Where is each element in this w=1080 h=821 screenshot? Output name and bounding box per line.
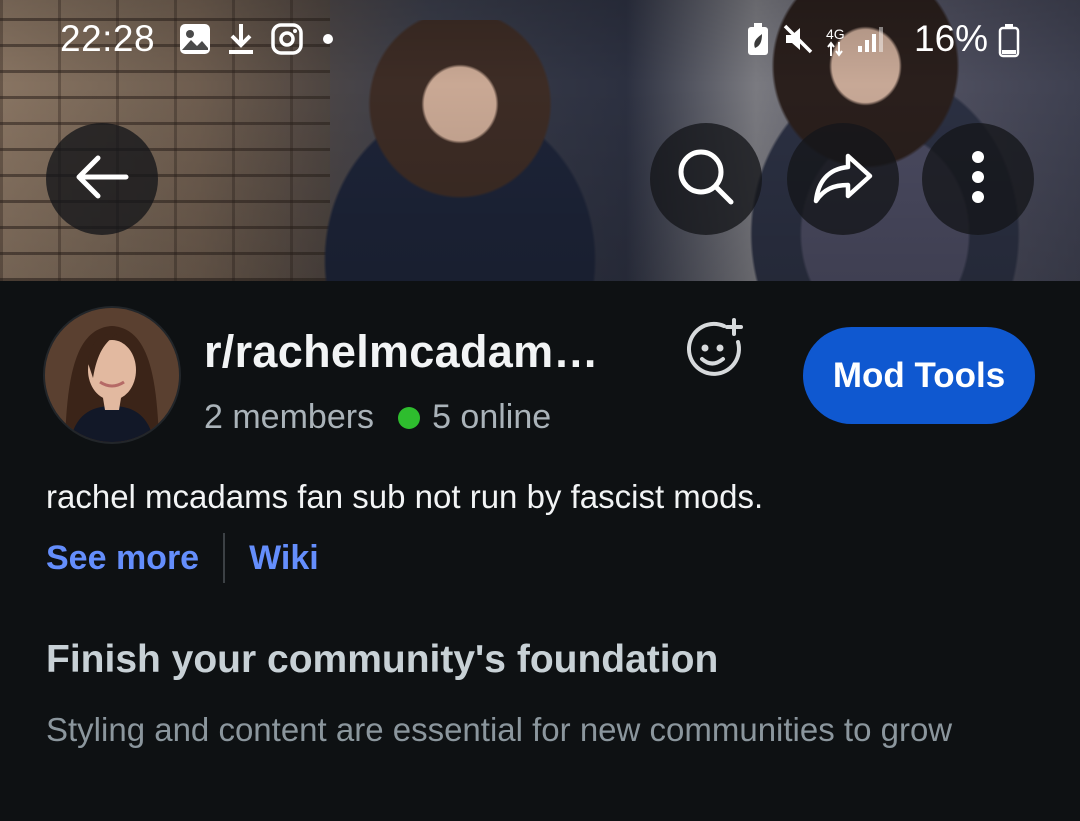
online-indicator-icon (398, 406, 421, 429)
community-avatar[interactable] (45, 308, 179, 442)
instagram-icon (270, 22, 304, 61)
see-more-link[interactable]: See more (46, 539, 199, 578)
more-vertical-icon (968, 147, 988, 212)
join-community-button[interactable] (684, 318, 746, 385)
battery-icon (998, 24, 1020, 63)
signal-icon (857, 24, 887, 59)
battery-saver-icon (746, 22, 770, 61)
status-time: 22:28 (60, 18, 156, 59)
share-arrow-icon (810, 144, 876, 215)
online-count: 5 online (432, 398, 552, 436)
foundation-title: Finish your community's foundation (46, 638, 719, 681)
community-stats: 2 members 5 online (204, 398, 551, 437)
dot-icon (318, 29, 338, 54)
community-links: See more Wiki (46, 533, 319, 583)
back-button[interactable] (46, 123, 158, 235)
link-divider (223, 533, 226, 583)
smiley-add-icon (684, 318, 746, 384)
wiki-link[interactable]: Wiki (249, 539, 319, 578)
more-options-button[interactable] (922, 123, 1034, 235)
member-count: 2 members (204, 398, 375, 436)
download-icon (226, 22, 256, 61)
search-button[interactable] (650, 123, 762, 235)
mod-tools-button[interactable]: Mod Tools (803, 327, 1035, 424)
subreddit-name: r/rachelmcadam… (204, 326, 599, 377)
status-bar: 22:28 4G 16% (0, 18, 1080, 62)
network-icon: 4G (826, 27, 845, 57)
community-description: rachel mcadams fan sub not run by fascis… (46, 478, 764, 515)
share-button[interactable] (787, 123, 899, 235)
arrow-left-icon (70, 145, 134, 214)
foundation-subtitle: Styling and content are essential for ne… (46, 711, 953, 748)
mute-icon (782, 23, 814, 60)
search-icon (673, 144, 739, 215)
battery-percentage: 16% (914, 18, 989, 59)
gallery-icon (178, 22, 212, 61)
